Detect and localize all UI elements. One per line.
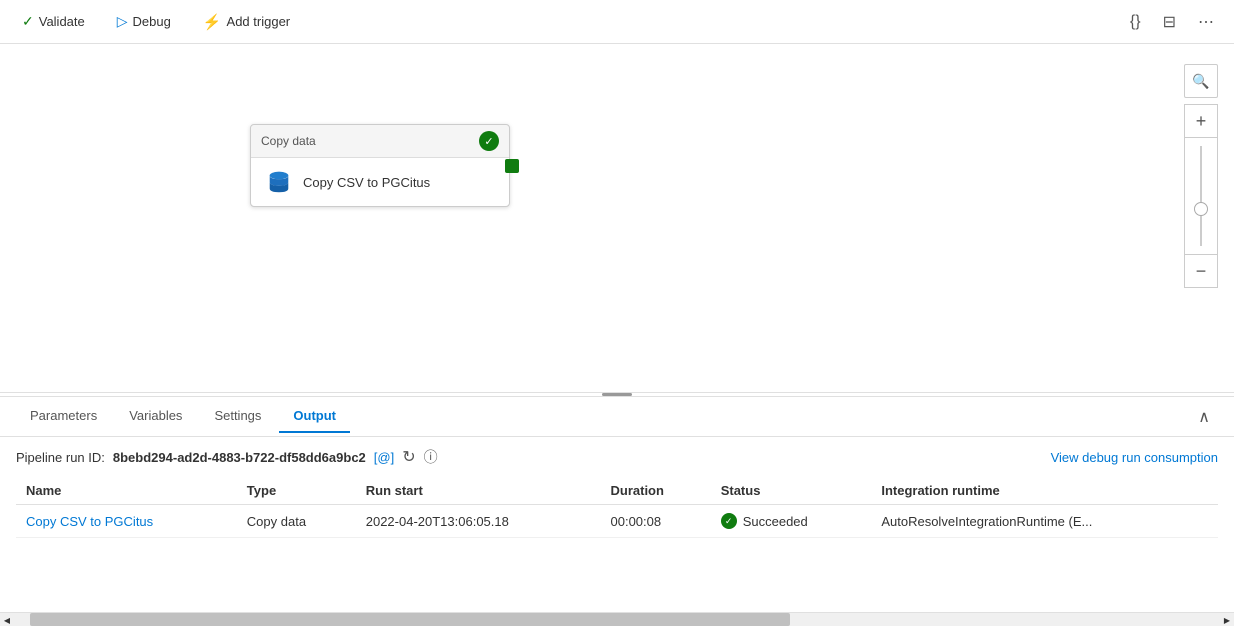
col-header-integration: Integration runtime bbox=[871, 477, 1218, 505]
col-header-name: Name bbox=[16, 477, 237, 505]
toolbar: ✓ Validate ▷ Debug ⚡ Add trigger {} ⊟ ⋯ bbox=[0, 0, 1234, 44]
tab-settings[interactable]: Settings bbox=[200, 400, 275, 433]
status-label: Succeeded bbox=[743, 514, 808, 529]
view-consumption-link[interactable]: View debug run consumption bbox=[1051, 450, 1218, 465]
col-header-type: Type bbox=[237, 477, 356, 505]
horizontal-scrollbar[interactable]: ◀ ▶ bbox=[0, 612, 1234, 626]
table-row: Copy CSV to PGCitus Copy data 2022-04-20… bbox=[16, 505, 1218, 538]
zoom-out-button[interactable]: − bbox=[1184, 254, 1218, 288]
node-body: Copy CSV to PGCitus bbox=[251, 158, 509, 206]
row-name[interactable]: Copy CSV to PGCitus bbox=[16, 505, 237, 538]
more-options-icon[interactable]: ⋯ bbox=[1194, 8, 1218, 36]
copy-id-icon[interactable]: [@] bbox=[374, 450, 394, 465]
pipeline-run-id: 8bebd294-ad2d-4883-b722-df58dd6a9bc2 bbox=[113, 450, 366, 465]
debug-icon: ▷ bbox=[117, 13, 128, 30]
bottom-panel: Parameters Variables Settings Output ∧ P… bbox=[0, 396, 1234, 626]
search-icon: 🔍 bbox=[1192, 73, 1209, 90]
pipeline-node[interactable]: Copy data ✓ Copy CSV to PGCitus bbox=[250, 124, 510, 207]
add-trigger-label: Add trigger bbox=[227, 14, 291, 29]
validate-icon: ✓ bbox=[22, 13, 34, 30]
debug-button[interactable]: ▷ Debug bbox=[111, 9, 177, 34]
zoom-track bbox=[1200, 146, 1202, 246]
row-duration: 00:00:08 bbox=[601, 505, 711, 538]
status-cell: ✓ Succeeded bbox=[721, 513, 862, 529]
zoom-in-button[interactable]: + bbox=[1184, 104, 1218, 138]
lightning-icon: ⚡ bbox=[203, 13, 222, 31]
output-table: Name Type Run start Duration Status Inte… bbox=[16, 477, 1218, 538]
monitor-icon[interactable]: ⊟ bbox=[1159, 8, 1180, 36]
node-header-title: Copy data bbox=[261, 134, 316, 148]
table-header-row: Name Type Run start Duration Status Inte… bbox=[16, 477, 1218, 505]
code-icon[interactable]: {} bbox=[1126, 9, 1145, 35]
status-success-icon: ✓ bbox=[721, 513, 737, 529]
node-header: Copy data ✓ bbox=[251, 125, 509, 158]
toolbar-right: {} ⊟ ⋯ bbox=[1126, 8, 1218, 36]
database-icon bbox=[265, 168, 293, 196]
col-header-duration: Duration bbox=[601, 477, 711, 505]
pipeline-run-label: Pipeline run ID: bbox=[16, 450, 105, 465]
node-connector bbox=[505, 159, 519, 173]
debug-label: Debug bbox=[133, 14, 171, 29]
validate-label: Validate bbox=[39, 14, 85, 29]
scrollbar-thumb[interactable] bbox=[30, 613, 790, 626]
zoom-thumb bbox=[1194, 202, 1208, 216]
tab-parameters[interactable]: Parameters bbox=[16, 400, 111, 433]
row-run-start: 2022-04-20T13:06:05.18 bbox=[356, 505, 601, 538]
row-type: Copy data bbox=[237, 505, 356, 538]
info-icon[interactable]: ⓘ bbox=[424, 447, 438, 467]
scroll-right-button[interactable]: ▶ bbox=[1220, 613, 1234, 627]
validate-button[interactable]: ✓ Validate bbox=[16, 9, 91, 34]
zoom-controls: 🔍 + − bbox=[1184, 64, 1218, 288]
tab-output[interactable]: Output bbox=[279, 400, 350, 433]
refresh-icon[interactable]: ↻ bbox=[402, 447, 415, 467]
zoom-search-button[interactable]: 🔍 bbox=[1184, 64, 1218, 98]
canvas: Copy data ✓ Copy CSV to PGCitus 🔍 + bbox=[0, 44, 1234, 392]
node-body-label: Copy CSV to PGCitus bbox=[303, 175, 430, 190]
output-content: Pipeline run ID: 8bebd294-ad2d-4883-b722… bbox=[0, 437, 1234, 612]
zoom-slider[interactable] bbox=[1184, 138, 1218, 254]
col-header-status: Status bbox=[711, 477, 872, 505]
add-trigger-button[interactable]: ⚡ Add trigger bbox=[197, 9, 296, 35]
row-status: ✓ Succeeded bbox=[711, 505, 872, 538]
scroll-left-button[interactable]: ◀ bbox=[0, 613, 14, 627]
node-success-check-icon: ✓ bbox=[479, 131, 499, 151]
tab-variables[interactable]: Variables bbox=[115, 400, 196, 433]
pipeline-run-row: Pipeline run ID: 8bebd294-ad2d-4883-b722… bbox=[16, 447, 1218, 467]
col-header-run-start: Run start bbox=[356, 477, 601, 505]
tabs-row: Parameters Variables Settings Output ∧ bbox=[0, 397, 1234, 437]
panel-collapse-button[interactable]: ∧ bbox=[1190, 403, 1218, 431]
row-integration: AutoResolveIntegrationRuntime (E... bbox=[871, 505, 1218, 538]
